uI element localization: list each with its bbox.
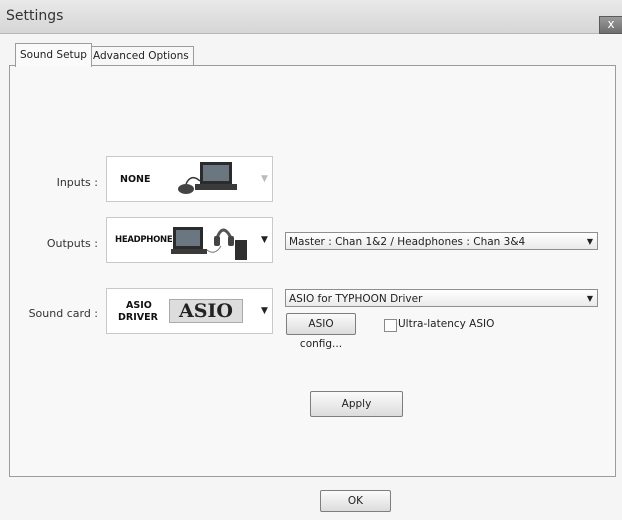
asio-logo: ASIO [169,299,243,323]
outputs-device-name: HEADPHONES [115,235,179,245]
outputs-device-selector[interactable]: HEADPHONES ▼ [106,217,273,263]
soundcard-dropdown-arrow[interactable]: ▼ [261,306,268,316]
driver-select[interactable]: ASIO for TYPHOON Driver ▼ [285,289,598,307]
asio-logo-text: ASIO [179,300,233,322]
laptop-headphones-icon [171,227,247,260]
asio-config-button[interactable]: ASIO config... [286,313,356,350]
ultra-latency-label: Ultra-latency ASIO [398,318,495,330]
inputs-label: Inputs : [56,176,98,189]
soundcard-device-line1: ASIO [126,300,152,311]
chevron-down-icon: ▼ [586,237,593,246]
inputs-device-name: NONE [120,174,151,185]
inputs-device-selector[interactable]: NONE ▼ [106,156,273,202]
laptop-mouse-icon [178,162,237,194]
tab-sound-setup[interactable]: Sound Setup [15,43,92,67]
window-title: Settings [6,8,64,24]
inputs-dropdown-arrow[interactable]: ▼ [261,174,268,184]
outputs-label: Outputs : [46,237,98,250]
soundcard-label: Sound card : [28,307,98,320]
close-button[interactable]: x [599,16,622,34]
soundcard-device-line2: DRIVER [118,312,158,323]
tab-advanced-options[interactable]: Advanced Options [88,46,194,66]
ok-button[interactable]: OK [320,490,391,512]
chevron-down-icon: ▼ [586,294,593,303]
title-bar: Settings x [0,0,622,34]
apply-button[interactable]: Apply [310,391,403,417]
soundcard-device-selector[interactable]: ASIO DRIVER ASIO ▼ [106,288,273,334]
close-icon: x [607,17,615,31]
output-routing-value: Master : Chan 1&2 / Headphones : Chan 3&… [289,236,526,248]
ultra-latency-checkbox[interactable] [384,319,397,332]
outputs-dropdown-arrow[interactable]: ▼ [261,235,268,245]
driver-value: ASIO for TYPHOON Driver [289,293,423,305]
output-routing-select[interactable]: Master : Chan 1&2 / Headphones : Chan 3&… [285,232,598,250]
